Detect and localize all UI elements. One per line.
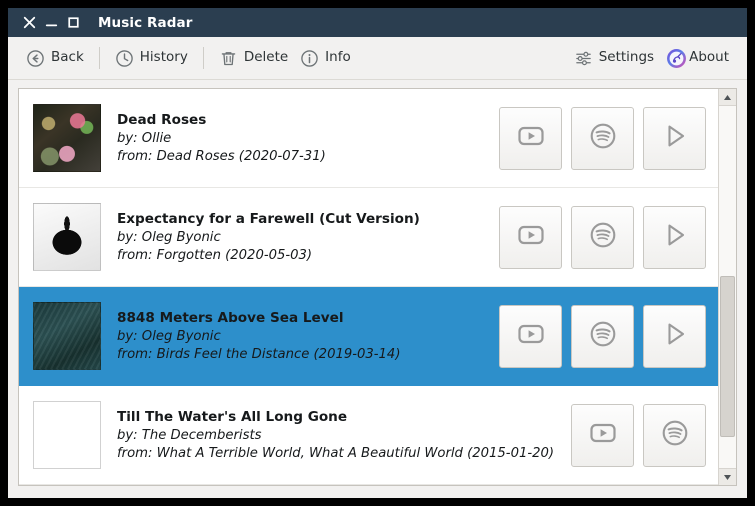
spotify-button[interactable] xyxy=(643,403,706,467)
track-artist: by: Ollie xyxy=(117,131,172,146)
back-button[interactable]: Back xyxy=(20,46,90,71)
youtube-button[interactable] xyxy=(571,403,634,467)
play-icon xyxy=(660,121,690,155)
youtube-icon xyxy=(516,220,546,254)
track-row[interactable]: Dead Roses by: Ollie from: Dead Roses (202… xyxy=(19,89,718,188)
play-icon xyxy=(660,220,690,254)
about-button[interactable]: About xyxy=(660,45,735,72)
track-actions xyxy=(489,205,706,269)
track-album: from: Forgotten (2020-05-03) xyxy=(117,248,313,263)
track-title: Till The Water's All Long Gone xyxy=(117,409,348,425)
delete-label: Delete xyxy=(243,49,289,66)
youtube-button[interactable] xyxy=(499,205,562,269)
track-row[interactable]: Till The Water's All Long Gone by: The De… xyxy=(19,386,718,485)
track-album: from: Dead Roses (2020-07-31) xyxy=(117,149,326,164)
album-art xyxy=(33,203,101,271)
track-title: Expectancy for a Farewell (Cut Version) xyxy=(117,211,420,227)
youtube-icon xyxy=(588,418,618,452)
track-meta: Expectancy for a Farewell (Cut Version) b… xyxy=(101,211,489,263)
content-area: Dead Roses by: Ollie from: Dead Roses (202… xyxy=(8,80,747,498)
app-logo-icon xyxy=(666,48,687,69)
info-button[interactable]: Info xyxy=(294,46,357,71)
delete-button[interactable]: Delete xyxy=(213,46,294,71)
youtube-icon xyxy=(516,319,546,353)
play-icon xyxy=(660,319,690,353)
track-meta: 8848 Meters Above Sea Level by: Oleg Byon… xyxy=(101,310,489,362)
back-arrow-circle-icon xyxy=(26,49,45,68)
scroll-thumb[interactable] xyxy=(720,276,735,438)
close-icon[interactable] xyxy=(18,12,40,34)
play-button[interactable] xyxy=(643,304,706,368)
spotify-button[interactable] xyxy=(571,304,634,368)
track-actions xyxy=(489,304,706,368)
settings-button[interactable]: Settings xyxy=(568,46,660,71)
youtube-icon xyxy=(516,121,546,155)
toolbar-separator-1 xyxy=(98,47,100,69)
scroll-up-arrow[interactable] xyxy=(719,89,736,106)
history-label: History xyxy=(139,49,188,66)
track-list[interactable]: Dead Roses by: Ollie from: Dead Roses (202… xyxy=(19,89,718,485)
spotify-button[interactable] xyxy=(571,205,634,269)
vertical-scrollbar[interactable] xyxy=(718,89,736,485)
track-actions xyxy=(561,403,706,467)
track-album: from: Birds Feel the Distance (2019-03-1… xyxy=(117,347,401,362)
info-circle-icon xyxy=(300,49,319,68)
trash-icon xyxy=(219,49,238,68)
play-button[interactable] xyxy=(643,106,706,170)
toolbar: Back History Delete Info Settings About xyxy=(8,37,747,80)
spotify-button[interactable] xyxy=(571,106,634,170)
settings-label: Settings xyxy=(598,49,655,66)
spotify-icon xyxy=(588,319,618,353)
spotify-icon xyxy=(588,121,618,155)
track-list-frame: Dead Roses by: Ollie from: Dead Roses (202… xyxy=(18,88,737,486)
track-row[interactable]: 8848 Meters Above Sea Level by: Oleg Byon… xyxy=(19,287,718,386)
titlebar: Music Radar xyxy=(8,8,747,37)
track-actions xyxy=(489,106,706,170)
youtube-button[interactable] xyxy=(499,106,562,170)
track-artist: by: Oleg Byonic xyxy=(117,230,221,245)
track-album: from: What A Terrible World, What A Beau… xyxy=(117,446,555,461)
track-artist: by: Oleg Byonic xyxy=(117,329,221,344)
about-label: About xyxy=(689,49,729,66)
sliders-icon xyxy=(574,49,593,68)
clock-icon xyxy=(115,49,134,68)
youtube-button[interactable] xyxy=(499,304,562,368)
minimize-icon[interactable] xyxy=(40,12,62,34)
window-title: Music Radar xyxy=(98,14,193,31)
album-art xyxy=(33,302,101,370)
track-artist: by: The Decemberists xyxy=(117,428,262,443)
toolbar-separator-2 xyxy=(202,47,204,69)
scroll-down-arrow[interactable] xyxy=(719,468,736,485)
spotify-icon xyxy=(588,220,618,254)
track-title: Dead Roses xyxy=(117,112,207,128)
track-row[interactable]: Expectancy for a Farewell (Cut Version) b… xyxy=(19,188,718,287)
album-art xyxy=(33,401,101,469)
track-title: 8848 Meters Above Sea Level xyxy=(117,310,344,326)
track-meta: Till The Water's All Long Gone by: The De… xyxy=(101,409,561,461)
info-label: Info xyxy=(325,49,351,66)
back-label: Back xyxy=(51,49,84,66)
scrollbar-track[interactable] xyxy=(719,106,736,468)
app-window: Music Radar Back History Delete Info Set… xyxy=(8,8,747,498)
track-meta: Dead Roses by: Ollie from: Dead Roses (202… xyxy=(101,112,489,164)
maximize-icon[interactable] xyxy=(62,12,84,34)
spotify-icon xyxy=(660,418,690,452)
play-button[interactable] xyxy=(643,205,706,269)
history-button[interactable]: History xyxy=(109,46,194,71)
album-art xyxy=(33,104,101,172)
